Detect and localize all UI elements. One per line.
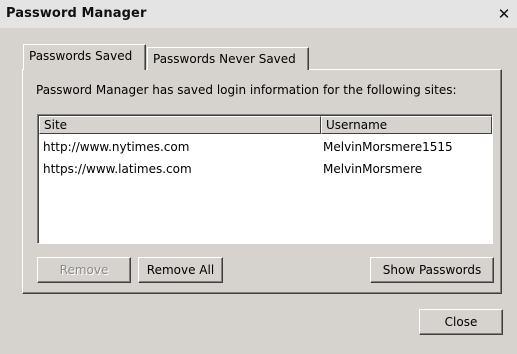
tab-label: Passwords Never Saved — [153, 52, 296, 66]
panel-description: Password Manager has saved login informa… — [36, 83, 457, 97]
remove-button[interactable]: Remove — [37, 257, 131, 283]
list-item[interactable]: http://www.nytimes.com MelvinMorsmere151… — [39, 136, 491, 158]
title-bar: Password Manager ✕ — [0, 0, 517, 28]
username-cell: MelvinMorsmere1515 — [323, 140, 453, 154]
tab-passwords-never-saved[interactable]: Passwords Never Saved — [147, 47, 309, 70]
username-cell: MelvinMorsmere — [323, 162, 423, 176]
saved-sites-list[interactable]: Site Username http://www.nytimes.com Mel… — [37, 114, 493, 244]
site-cell: https://www.latimes.com — [43, 162, 192, 176]
password-manager-window: Password Manager ✕ Passwords Saved Passw… — [0, 0, 517, 354]
tab-label: Passwords Saved — [29, 49, 133, 63]
tab-passwords-saved[interactable]: Passwords Saved — [23, 44, 146, 70]
site-cell: http://www.nytimes.com — [43, 140, 190, 154]
list-item[interactable]: https://www.latimes.com MelvinMorsmere — [39, 158, 491, 180]
close-button[interactable]: Close — [419, 309, 503, 335]
column-header-site[interactable]: Site — [39, 116, 321, 134]
remove-all-button[interactable]: Remove All — [138, 257, 223, 283]
show-passwords-button[interactable]: Show Passwords — [370, 257, 494, 283]
close-icon[interactable]: ✕ — [495, 5, 513, 23]
column-header-username[interactable]: Username — [321, 116, 492, 134]
window-title: Password Manager — [6, 6, 147, 21]
